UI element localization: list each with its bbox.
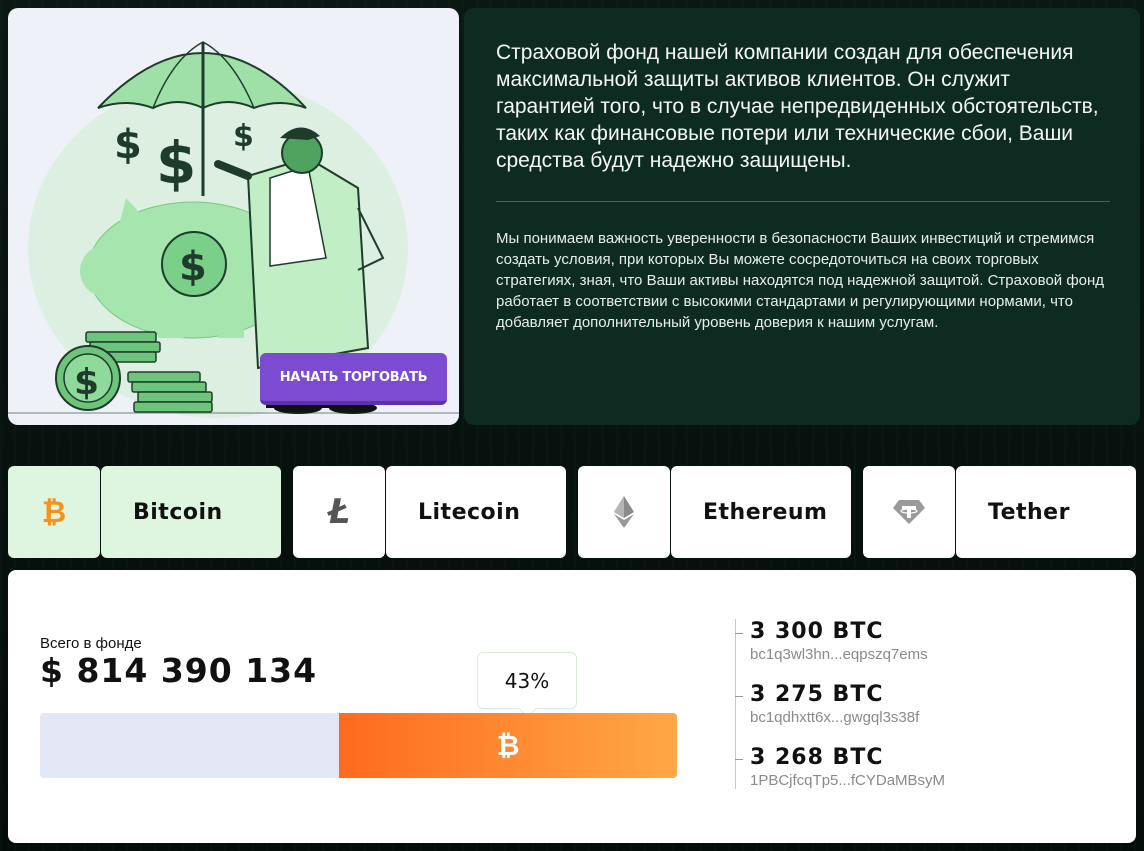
fund-progress-bar: ₿ (40, 713, 677, 778)
tab-bitcoin-label: Bitcoin (133, 499, 223, 525)
tab-ethereum-icon-box[interactable] (578, 466, 670, 558)
start-trading-button[interactable]: НАЧАТЬ ТОРГОВАТЬ (260, 353, 447, 405)
tab-tether[interactable]: Tether (956, 466, 1136, 558)
bitcoin-icon: ₿ (496, 729, 520, 762)
info-body-text: Мы понимаем важность уверенности в безоп… (496, 230, 1105, 331)
tab-tether-label: Tether (988, 499, 1070, 525)
insurance-fund-info-card: Страховой фонд нашей компании создан для… (464, 8, 1140, 425)
wallet-amount: 3 275 BTC (750, 682, 884, 707)
hero-illustration-card: $ $ $ $ $ НАЧАТЬ ТОРГОВАТЬ (8, 8, 459, 425)
info-lead-text: Страховой фонд нашей компании создан для… (496, 41, 1099, 172)
fund-total-value: $ 814 390 134 (40, 651, 318, 690)
wallet-item: 3 300 BTC bc1q3wl3hn...eqpszq7ems (734, 619, 945, 682)
tether-icon (893, 500, 925, 524)
wallet-amount: 3 268 BTC (750, 745, 884, 770)
tab-litecoin-icon-box[interactable]: Ł (293, 466, 385, 558)
wallet-address[interactable]: bc1qdhxtt6x...gwgql3s38f (750, 708, 945, 728)
svg-text:$: $ (114, 122, 142, 168)
tab-ethereum-label: Ethereum (703, 499, 828, 525)
tab-bitcoin-icon-box[interactable]: ₿ (8, 466, 100, 558)
tab-ethereum[interactable]: Ethereum (671, 466, 851, 558)
percent-bubble: 43% (477, 652, 577, 709)
svg-text:$: $ (156, 129, 196, 197)
wallet-address[interactable]: bc1q3wl3hn...eqpszq7ems (750, 645, 945, 665)
svg-text:$: $ (233, 119, 254, 154)
wallet-item: 3 268 BTC 1PBCjfcqTp5...fCYDaMBsyM (734, 745, 945, 808)
ethereum-icon (614, 496, 634, 528)
svg-text:$: $ (74, 362, 99, 403)
wallet-address[interactable]: 1PBCjfcqTp5...fCYDaMBsyM (750, 771, 945, 791)
fund-caption: Всего в фонде (40, 635, 142, 652)
bitcoin-icon: ₿ (41, 494, 67, 530)
divider (496, 201, 1110, 202)
wallet-item: 3 275 BTC bc1qdhxtt6x...gwgql3s38f (734, 682, 945, 745)
wallet-list: 3 300 BTC bc1q3wl3hn...eqpszq7ems 3 275 … (734, 619, 945, 789)
tab-litecoin[interactable]: Litecoin (386, 466, 566, 558)
fund-progress-fill: ₿ (339, 713, 677, 778)
wallet-amount: 3 300 BTC (750, 619, 884, 644)
tab-litecoin-label: Litecoin (418, 499, 521, 525)
fund-details-card: Всего в фонде $ 814 390 134 43% ₿ 3 300 … (8, 570, 1136, 843)
percent-label: 43% (504, 668, 550, 693)
svg-text:$: $ (179, 244, 207, 290)
litecoin-icon: Ł (327, 492, 351, 532)
tab-bitcoin[interactable]: Bitcoin (101, 466, 281, 558)
tab-tether-icon-box[interactable] (863, 466, 955, 558)
